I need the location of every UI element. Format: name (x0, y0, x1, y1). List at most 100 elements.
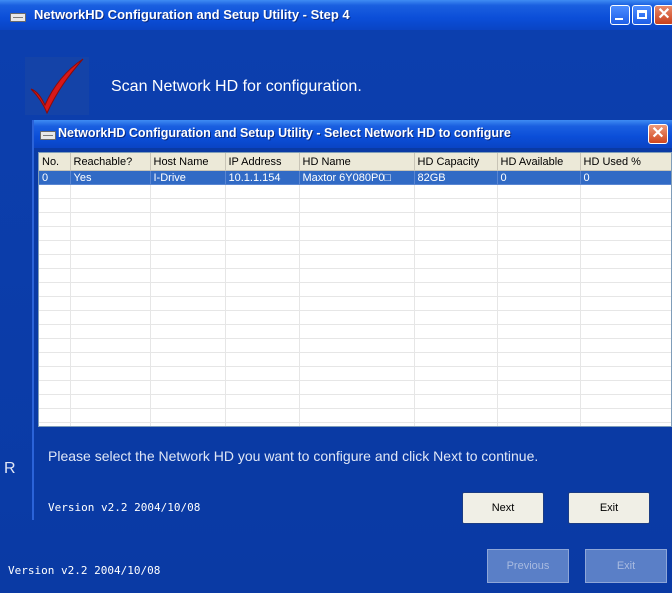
outer-titlebar: NetworkHD Configuration and Setup Utilit… (0, 0, 672, 30)
table-row[interactable] (39, 240, 671, 255)
table-cell (414, 282, 498, 297)
table-cell (150, 324, 226, 339)
table-cell (150, 268, 226, 283)
previous-button[interactable]: Previous (487, 549, 569, 583)
table-cell (225, 408, 300, 423)
table-cell (299, 380, 415, 395)
table-cell (580, 198, 671, 213)
table-cell (580, 422, 671, 426)
step-heading: Scan Network HD for configuration. (111, 78, 362, 95)
dialog-version-label: Version v2.2 2004/10/08 (48, 501, 201, 514)
column-header[interactable]: Host Name (150, 153, 226, 171)
column-header[interactable]: HD Capacity (414, 153, 498, 171)
table-cell (70, 310, 151, 325)
table-cell (299, 352, 415, 367)
table-cell (150, 394, 226, 409)
table-cell (580, 240, 671, 255)
table-cell (70, 394, 151, 409)
table-row[interactable] (39, 394, 671, 409)
table-cell (580, 254, 671, 269)
table-row[interactable] (39, 282, 671, 297)
table-cell (580, 408, 671, 423)
table-cell (580, 226, 671, 241)
table-cell (225, 366, 300, 381)
window-title: NetworkHD Configuration and Setup Utilit… (34, 7, 350, 22)
table-cell (414, 352, 498, 367)
table-cell (70, 422, 151, 426)
table-cell (497, 422, 581, 426)
table-cell (580, 366, 671, 381)
column-header[interactable]: No. (39, 153, 71, 171)
table-row[interactable] (39, 198, 671, 213)
table-cell (414, 254, 498, 269)
table-cell (497, 282, 581, 297)
table-cell (497, 366, 581, 381)
table-row[interactable] (39, 380, 671, 395)
table-cell (39, 282, 71, 297)
table-cell (414, 240, 498, 255)
table-cell (150, 198, 226, 213)
table-cell (225, 394, 300, 409)
table-cell (497, 296, 581, 311)
table-cell (70, 268, 151, 283)
table-cell: 0 (497, 170, 581, 185)
table-cell (150, 408, 226, 423)
table-cell (150, 422, 226, 426)
table-cell (225, 268, 300, 283)
close-icon: ✕ (651, 125, 665, 142)
table-cell (299, 296, 415, 311)
column-header[interactable]: HD Used % (580, 153, 671, 171)
table-row[interactable] (39, 184, 671, 199)
table-cell (39, 212, 71, 227)
table-row[interactable] (39, 212, 671, 227)
table-row[interactable] (39, 366, 671, 381)
table-cell (414, 296, 498, 311)
column-header[interactable]: IP Address (225, 153, 300, 171)
table-cell (225, 198, 300, 213)
table-row[interactable] (39, 296, 671, 311)
exit-button[interactable]: Exit (568, 492, 650, 524)
drive-icon (10, 13, 26, 22)
minimize-button[interactable] (610, 5, 630, 25)
table-cell (414, 338, 498, 353)
table-cell (225, 226, 300, 241)
dialog-close-button[interactable]: ✕ (648, 124, 668, 144)
hd-list[interactable]: No. Reachable? Host Name IP Address HD Name H… (38, 152, 672, 427)
column-header[interactable]: HD Available (497, 153, 581, 171)
table-cell (299, 226, 415, 241)
table-row[interactable] (39, 422, 671, 426)
table-cell (225, 184, 300, 199)
column-header[interactable]: HD Name (299, 153, 415, 171)
table-row[interactable]: 0 Yes I-Drive 10.1.1.154 Maxtor 6Y080P0□ 82GB… (39, 170, 671, 185)
table-cell: 82GB (414, 170, 498, 185)
table-cell (39, 422, 71, 426)
table-row[interactable] (39, 226, 671, 241)
next-button[interactable]: Next (462, 492, 544, 524)
table-cell (70, 184, 151, 199)
table-row[interactable] (39, 338, 671, 353)
table-row[interactable] (39, 408, 671, 423)
table-cell (225, 254, 300, 269)
column-header[interactable]: Reachable? (70, 153, 151, 171)
table-cell (225, 422, 300, 426)
table-cell (580, 212, 671, 227)
table-row[interactable] (39, 254, 671, 269)
table-cell (580, 310, 671, 325)
table-cell (497, 268, 581, 283)
table-row[interactable] (39, 310, 671, 325)
table-cell (580, 338, 671, 353)
version-label: Version v2.2 2004/10/08 (8, 564, 161, 577)
close-button[interactable]: ✕ (654, 5, 672, 25)
table-cell (414, 268, 498, 283)
outer-exit-button[interactable]: Exit (585, 549, 667, 583)
table-cell (150, 254, 226, 269)
table-cell (414, 380, 498, 395)
table-row[interactable] (39, 324, 671, 339)
table-cell (299, 310, 415, 325)
table-row[interactable] (39, 352, 671, 367)
table-row[interactable] (39, 268, 671, 283)
table-cell: 0 (39, 170, 71, 185)
maximize-button[interactable] (632, 5, 652, 25)
table-cell (497, 408, 581, 423)
table-cell (299, 282, 415, 297)
